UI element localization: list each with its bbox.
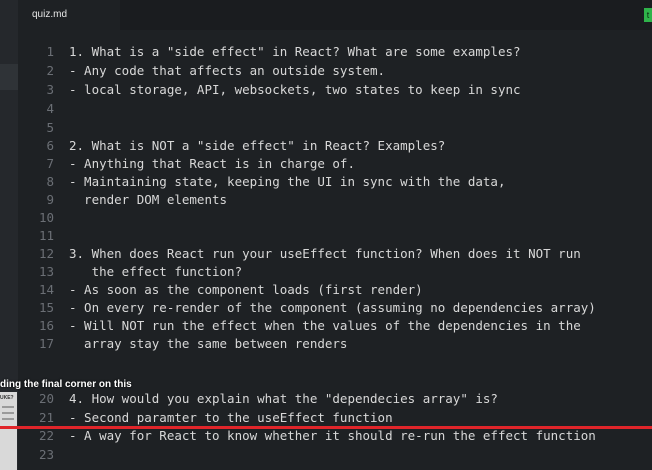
line-text: - As soon as the component loads (first … bbox=[69, 282, 423, 297]
code-line: 20 4. How would you explain what the "dep… bbox=[18, 390, 652, 408]
line-number: 14 bbox=[38, 282, 54, 297]
code-line: 23 bbox=[18, 446, 652, 464]
line-number: 17 bbox=[38, 336, 54, 351]
code-line: 5 bbox=[18, 119, 652, 137]
line-number: 7 bbox=[46, 156, 54, 171]
sidebar-active-item[interactable] bbox=[0, 64, 18, 90]
line-number: 11 bbox=[38, 228, 54, 243]
line-number: 6 bbox=[46, 138, 54, 153]
code-line: 12 3. When does React run your useEffect … bbox=[18, 245, 652, 263]
line-text: - Any code that affects an outside syste… bbox=[69, 63, 386, 78]
line-text: 4. How would you explain what the "depen… bbox=[69, 391, 498, 406]
line-text: render DOM elements bbox=[69, 192, 228, 207]
line-text: the effect function? bbox=[69, 264, 243, 279]
code-line: 22 - A way for React to know whether it s… bbox=[18, 427, 652, 445]
code-line: 17 array stay the same between renders bbox=[18, 335, 652, 353]
thumbnail-text: UKE? bbox=[0, 395, 14, 401]
code-line: 15 - On every re-render of the component … bbox=[18, 299, 652, 317]
code-line: 10 bbox=[18, 209, 652, 227]
thumbnail-line bbox=[2, 412, 14, 414]
line-text: - Anything that React is in charge of. bbox=[69, 156, 355, 171]
line-number: 5 bbox=[46, 120, 54, 135]
thumbnail-line bbox=[2, 418, 14, 420]
code-line: 8 - Maintaining state, keeping the UI in … bbox=[18, 173, 652, 191]
line-text: - Maintaining state, keeping the UI in s… bbox=[69, 174, 506, 189]
code-line: 6 2. What is NOT a "side effect" in React… bbox=[18, 137, 652, 155]
code-line: 2 - Any code that affects an outside syst… bbox=[18, 62, 652, 80]
line-number: 23 bbox=[38, 447, 54, 462]
line-number: 22 bbox=[38, 428, 54, 443]
code-line: 7 - Anything that React is in charge of. bbox=[18, 155, 652, 173]
code-line: 13 the effect function? bbox=[18, 263, 652, 281]
line-number: 12 bbox=[38, 246, 54, 261]
line-text: - Second paramter to the useEffect funct… bbox=[69, 410, 393, 425]
video-thumbnail[interactable]: UKE? bbox=[0, 392, 17, 470]
line-number: 10 bbox=[38, 210, 54, 225]
line-number: 2 bbox=[46, 63, 54, 78]
code-line: 16 - Will NOT run the effect when the val… bbox=[18, 317, 652, 335]
line-number: 20 bbox=[38, 391, 54, 406]
code-line: 3 - local storage, API, websockets, two s… bbox=[18, 81, 652, 99]
line-number: 3 bbox=[46, 82, 54, 97]
code-line: 11 bbox=[18, 227, 652, 245]
line-text: - On every re-render of the component (a… bbox=[69, 300, 596, 315]
line-text: 2. What is NOT a "side effect" in React?… bbox=[69, 138, 446, 153]
code-line: 21 - Second paramter to the useEffect fun… bbox=[18, 409, 652, 427]
code-line: 14 - As soon as the component loads (firs… bbox=[18, 281, 652, 299]
line-text: - Will NOT run the effect when the value… bbox=[69, 318, 581, 333]
line-number: 21 bbox=[38, 410, 54, 425]
status-badge[interactable]: t bbox=[644, 8, 652, 22]
line-number: 4 bbox=[46, 101, 54, 116]
code-line: 9 render DOM elements bbox=[18, 191, 652, 209]
code-line: 1 1. What is a "side effect" in React? Wh… bbox=[18, 43, 652, 61]
line-text: - local storage, API, websockets, two st… bbox=[69, 82, 521, 97]
line-number: 13 bbox=[38, 264, 54, 279]
code-line: 4 bbox=[18, 100, 652, 118]
line-text: - A way for React to know whether it sho… bbox=[69, 428, 596, 443]
tab-quiz-md[interactable]: quiz.md bbox=[0, 0, 120, 30]
line-number: 9 bbox=[46, 192, 54, 207]
tab-bar: quiz.md t bbox=[0, 0, 652, 30]
video-progress-bar[interactable] bbox=[0, 426, 652, 429]
line-number: 1 bbox=[46, 44, 54, 59]
tab-label: quiz.md bbox=[32, 9, 68, 20]
line-number: 8 bbox=[46, 174, 54, 189]
video-caption-overlay: ding the final corner on this bbox=[0, 379, 132, 390]
thumbnail-line bbox=[2, 406, 14, 408]
line-number: 16 bbox=[38, 318, 54, 333]
line-number: 15 bbox=[38, 300, 54, 315]
code-editor[interactable]: 1 1. What is a "side effect" in React? Wh… bbox=[18, 38, 652, 470]
line-text: 1. What is a "side effect" in React? Wha… bbox=[69, 44, 521, 59]
line-text: array stay the same between renders bbox=[69, 336, 348, 351]
line-text: 3. When does React run your useEffect fu… bbox=[69, 246, 581, 261]
